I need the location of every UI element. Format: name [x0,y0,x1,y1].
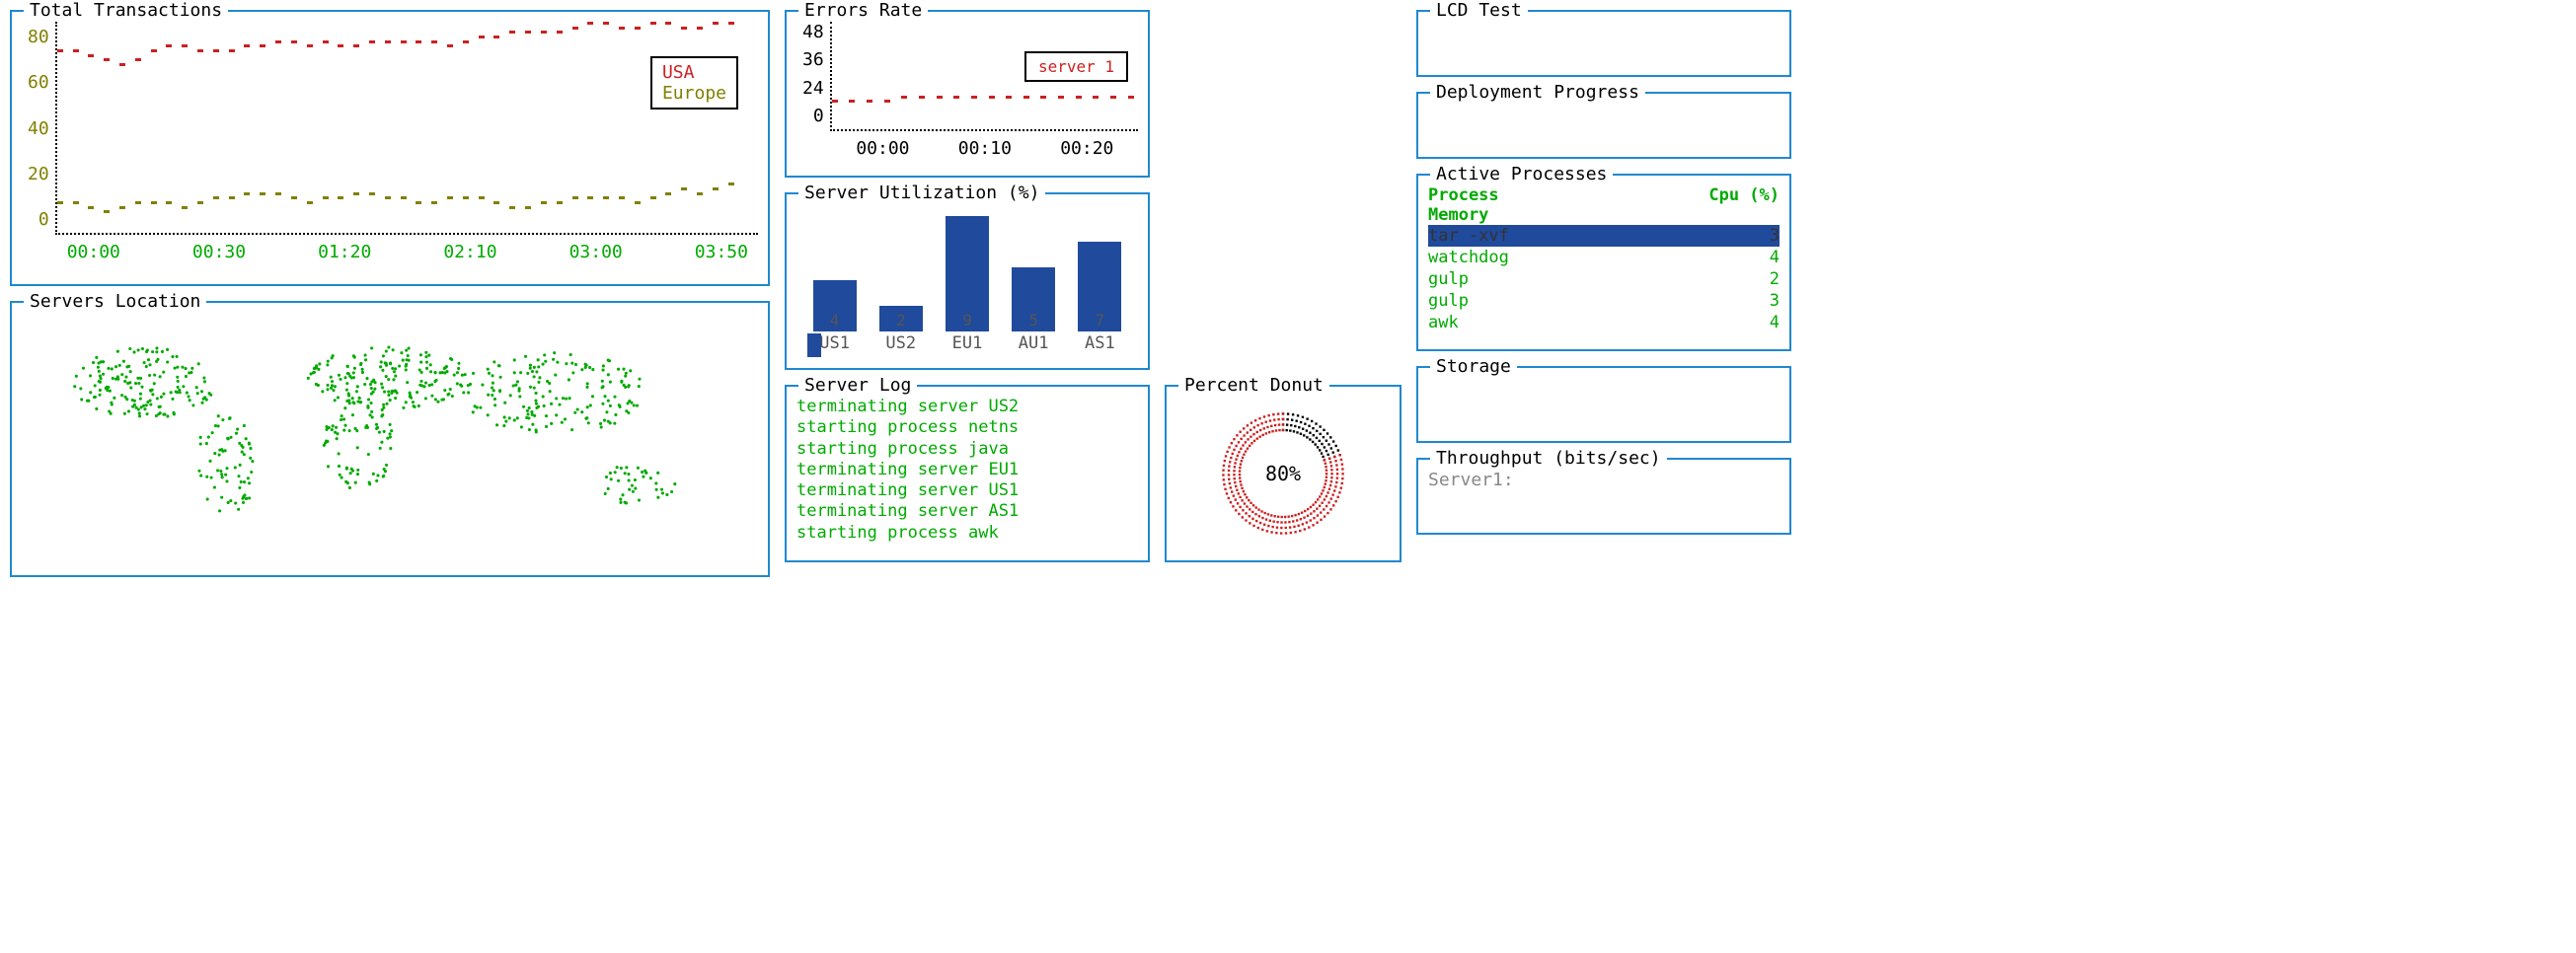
panel-title: Server Log [798,375,917,396]
log-line: starting process netns [796,417,1138,438]
server-log-body: terminating server US2starting process n… [796,397,1138,544]
panel-title: Total Transactions [24,0,228,21]
ap-header: Process Cpu (%) [1428,185,1780,205]
panel-title: Storage [1430,356,1517,377]
tt-plot-area: 00:0000:3001:2002:1003:0003:50 USA Europ… [55,22,758,235]
donut-center-label: 80% [1265,462,1301,485]
server-utilization-panel: Server Utilization (%) 4US12US29EU15AU17… [785,192,1150,370]
log-line: terminating server US1 [796,480,1138,501]
panel-title: LCD Test [1430,0,1528,21]
er-xaxis: 00:0000:1000:20 [832,138,1138,159]
percent-donut-panel: Percent Donut 80% [1165,385,1402,562]
legend-item-server1: server 1 [1038,57,1114,76]
ap-col-cpu: Cpu (%) [1701,185,1780,205]
process-row[interactable]: awk4 [1428,312,1780,333]
storage-panel: Storage [1416,366,1791,443]
process-row[interactable]: gulp2 [1428,268,1780,290]
log-line: terminating server AS1 [796,501,1138,522]
log-line: terminating server US2 [796,397,1138,417]
log-line: terminating server EU1 [796,460,1138,480]
panel-title: Deployment Progress [1430,82,1645,103]
total-transactions-panel: Total Transactions 806040200 00:0000:300… [10,10,770,286]
tt-yaxis: 806040200 [22,22,55,274]
tt-xaxis: 00:0000:3001:2002:1003:0003:50 [57,242,758,262]
er-plot-area: 00:0000:1000:20 server 1 [830,22,1138,131]
process-row[interactable]: watchdog4 [1428,247,1780,268]
server-log-panel: Server Log terminating server US2startin… [785,385,1150,562]
lcd-test-panel: LCD Test [1416,10,1791,77]
panel-title: Throughput (bits/sec) [1430,448,1667,469]
throughput-label: Server1: [1428,470,1780,490]
servers-location-panel: Servers Location [10,301,770,577]
log-line: starting process awk [796,523,1138,544]
ap-rows: tar -xvf3watchdog4gulp2gulp3awk4 [1428,225,1780,333]
active-processes-panel: Active Processes Process Cpu (%) Memory … [1416,174,1791,351]
su-bars: 4US12US29EU15AU17AS1 [796,204,1138,358]
tt-legend: USA Europe [650,56,738,110]
panel-title: Server Utilization (%) [798,183,1045,203]
errors-rate-panel: Errors Rate 4836240 00:0000:1000:20 serv… [785,10,1150,178]
world-map [22,313,758,565]
legend-item-europe: Europe [662,83,726,104]
legend-item-usa: USA [662,62,726,83]
process-row[interactable]: tar -xvf3 [1428,225,1780,247]
er-yaxis: 4836240 [796,22,830,166]
panel-title: Servers Location [24,291,206,312]
throughput-panel: Throughput (bits/sec) Server1: [1416,458,1791,535]
process-row[interactable]: gulp3 [1428,290,1780,312]
deployment-progress-panel: Deployment Progress [1416,92,1791,159]
panel-title: Errors Rate [798,0,928,21]
panel-title: Active Processes [1430,164,1613,184]
ap-col-memory: Memory [1428,205,1780,225]
ap-col-process: Process [1428,185,1701,205]
log-line: starting process java [796,439,1138,460]
er-legend: server 1 [1024,51,1128,82]
panel-title: Percent Donut [1178,375,1329,396]
